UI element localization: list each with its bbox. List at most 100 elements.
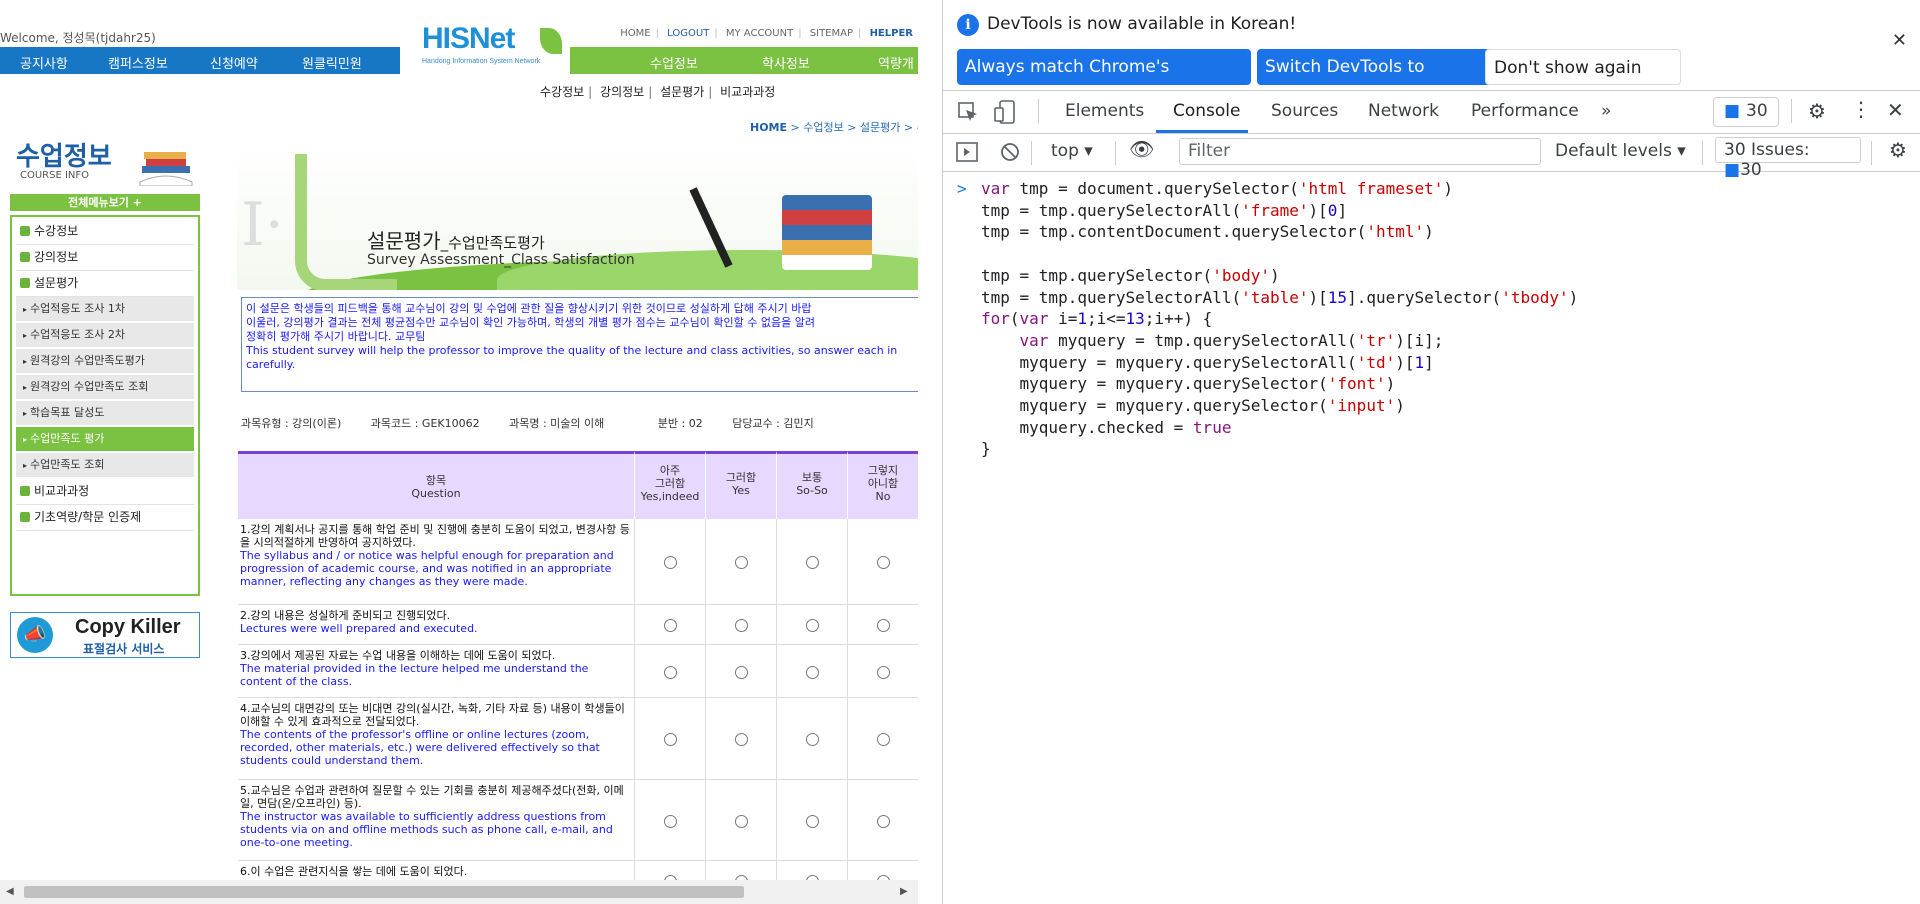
settings-gear-icon[interactable]: ⚙ <box>1808 99 1826 123</box>
tab-elements[interactable]: Elements <box>1065 101 1144 121</box>
log-levels-dropdown[interactable]: Default levels ▾ <box>1555 141 1686 161</box>
header-question-en: Question <box>411 487 461 500</box>
answer-radio[interactable] <box>805 733 819 746</box>
hisnet-logo[interactable]: HISNet Handong Information System Networ… <box>400 18 570 72</box>
more-tabs-icon[interactable]: » <box>1601 101 1611 121</box>
question-cell: 2.강의 내용은 성실하게 준비되고 진행되었다. Lectures were w… <box>240 609 632 635</box>
console-code-line: tmp = tmp.querySelectorAll('table')[15].… <box>981 287 1579 307</box>
answer-radio[interactable] <box>663 733 677 746</box>
subnav-survey[interactable]: 설문평가 <box>660 85 704 99</box>
inspect-element-icon[interactable] <box>957 101 979 126</box>
banner-message: DevTools is now available in Korean! <box>987 14 1297 34</box>
nav-academic[interactable]: 학사정보 <box>762 53 810 72</box>
answer-radio[interactable] <box>876 814 890 828</box>
close-devtools-icon[interactable]: ✕ <box>1887 98 1904 122</box>
console-code-line: myquery = myquery.querySelectorAll('td')… <box>981 352 1434 372</box>
scroll-right-icon[interactable]: ▶ <box>900 886 908 897</box>
console-code-line: tmp = tmp.querySelectorAll('frame')[0] <box>981 200 1348 220</box>
issues-counter-button[interactable]: ■ 30 <box>1713 97 1779 127</box>
horizontal-scrollbar[interactable]: ◀ ▶ <box>0 880 918 904</box>
scroll-left-icon[interactable]: ◀ <box>6 886 14 897</box>
answer-radio[interactable] <box>663 814 677 828</box>
answer-radio[interactable] <box>876 665 890 679</box>
sidebar-item-4[interactable]: ▸ 수업적응도 조사 2차 <box>16 323 194 348</box>
sidebar-item-3[interactable]: ▸ 수업적응도 조사 1차 <box>16 297 194 322</box>
sidebar-item-2[interactable]: 설문평가 <box>16 271 194 297</box>
checkbox-bullet-icon <box>20 278 30 288</box>
sidebar-item-6[interactable]: ▸ 원격강의 수업만족도 조회 <box>16 375 194 400</box>
sidebar-title: 수업정보 <box>16 142 112 172</box>
tab-console[interactable]: Console <box>1173 101 1241 121</box>
answer-radio[interactable] <box>734 619 748 632</box>
answer-radio[interactable] <box>663 665 677 679</box>
context-selector[interactable]: top ▾ <box>1051 141 1093 161</box>
answer-radio[interactable] <box>876 556 890 569</box>
sidebar-item-5[interactable]: ▸ 원격강의 수업만족도평가 <box>16 349 194 374</box>
nav-class-info[interactable]: 수업정보 <box>650 53 698 72</box>
sidebar-toggle-icon[interactable] <box>955 141 979 166</box>
answer-radio[interactable] <box>805 814 819 828</box>
console-filter-input[interactable]: Filter <box>1179 138 1541 165</box>
sidebar-item-1[interactable]: 강의정보 <box>16 245 194 271</box>
banner-title-suffix: _수업만족도평가 <box>440 234 545 252</box>
live-expression-eye-icon[interactable]: 👁 <box>1129 137 1154 161</box>
nav-oneclick[interactable]: 원클릭민원 <box>302 53 362 72</box>
tab-sources[interactable]: Sources <box>1271 101 1338 121</box>
always-match-language-button[interactable]: Always match Chrome's language <box>957 49 1251 113</box>
sitemap-link[interactable]: SITEMAP <box>810 28 853 39</box>
helper-link[interactable]: HELPER <box>870 28 913 39</box>
column-divider <box>705 605 706 645</box>
issues-count: 30 <box>1746 101 1768 121</box>
header-col-label: 그러함 <box>654 477 686 490</box>
horizontal-scroll-thumb[interactable] <box>24 886 744 898</box>
subnav-extracurricular[interactable]: 비교과과정 <box>720 85 775 99</box>
console-settings-gear-icon[interactable]: ⚙ <box>1889 138 1907 162</box>
sidebar-item-10[interactable]: 비교과과정 <box>16 479 194 505</box>
answer-radio[interactable] <box>876 619 890 632</box>
my-account-link[interactable]: MY ACCOUNT <box>726 28 793 39</box>
answer-radio[interactable] <box>663 619 677 632</box>
dont-show-again-button[interactable]: Don't show again <box>1485 49 1681 85</box>
copykiller-banner[interactable]: 📣 Copy Killer 표절검사 서비스 <box>10 612 200 658</box>
answer-radio[interactable] <box>734 665 748 679</box>
tab-performance[interactable]: Performance <box>1471 101 1579 121</box>
column-divider <box>705 519 706 605</box>
sidebar-item-8[interactable]: ▸ 수업만족도 평가 <box>16 427 194 452</box>
device-toolbar-icon[interactable] <box>993 99 1017 128</box>
more-options-icon[interactable]: ⋮ <box>1851 97 1871 121</box>
sidebar-item-0[interactable]: 수강정보 <box>16 219 194 245</box>
answer-radio[interactable] <box>805 619 819 632</box>
sidebar-item-7[interactable]: ▸ 학습목표 달성도 <box>16 401 194 426</box>
answer-radio[interactable] <box>663 556 677 569</box>
view-all-menu-button[interactable]: 전체메뉴보기 + <box>10 194 200 211</box>
close-banner-icon[interactable]: ✕ <box>1892 30 1907 51</box>
logo-subtitle: Handong Information System Network <box>422 58 541 65</box>
nav-campus[interactable]: 캠퍼스정보 <box>108 53 168 72</box>
home-link[interactable]: HOME <box>620 28 650 39</box>
sidebar-item-11[interactable]: 기초역량/학문 인증제 <box>16 505 194 531</box>
console-output[interactable]: > var tmp = document.querySelector('html… <box>943 172 1920 904</box>
answer-radio[interactable] <box>805 556 819 569</box>
logout-link[interactable]: LOGOUT <box>667 28 709 39</box>
subnav-lecture[interactable]: 강의정보 <box>600 85 644 99</box>
console-code-line: myquery = myquery.querySelector('font') <box>981 374 1396 394</box>
checkbox-bullet-icon <box>20 226 30 236</box>
clear-console-icon[interactable] <box>999 141 1021 166</box>
issues-link-button[interactable]: 30 Issues: ■30 <box>1715 137 1861 180</box>
nav-notice[interactable]: 공지사항 <box>20 53 68 72</box>
answer-radio[interactable] <box>805 665 819 679</box>
nav-reservation[interactable]: 신청예약 <box>210 53 258 72</box>
answer-radio[interactable] <box>734 733 748 746</box>
sidebar-item-9[interactable]: ▸ 수업만족도 조회 <box>16 453 194 478</box>
answer-radio[interactable] <box>734 814 748 828</box>
notice-en-2: carefully. <box>246 358 296 371</box>
breadcrumb-home[interactable]: HOME <box>750 121 787 134</box>
course-section: 분반 : 02 <box>657 417 703 430</box>
subnav-course[interactable]: 수강정보 <box>540 85 584 99</box>
tab-network[interactable]: Network <box>1368 101 1439 121</box>
answer-radio[interactable] <box>876 733 890 746</box>
hisnet-page: Welcome, 정성목(tjdahr25) HOME | LOGOUT | MY … <box>0 0 918 880</box>
switch-to-korean-button[interactable]: Switch DevTools to Korean <box>1257 49 1495 113</box>
nav-competency[interactable]: 역량개 <box>878 53 914 72</box>
answer-radio[interactable] <box>734 556 748 569</box>
